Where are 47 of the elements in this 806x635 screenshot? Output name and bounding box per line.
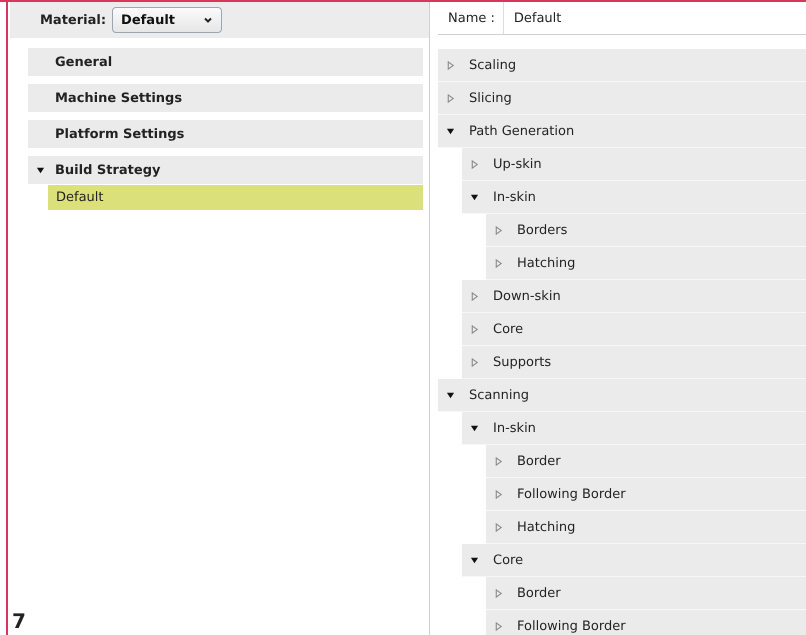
collapsed-triangle-icon (494, 490, 503, 498)
expanded-triangle-icon (470, 556, 479, 564)
collapsed-triangle-icon (494, 226, 503, 234)
tree-row[interactable]: Core (462, 544, 806, 577)
collapsed-triangle-icon (494, 258, 503, 268)
section-header[interactable]: Build Strategy (28, 156, 423, 184)
section-header[interactable]: General (28, 48, 423, 76)
collapsed-triangle-icon (446, 94, 455, 102)
section-header[interactable]: Platform Settings (28, 120, 423, 148)
tree-row[interactable]: Following Border (486, 478, 806, 511)
collapsed-triangle-icon (446, 60, 455, 70)
tree-row[interactable]: Scanning (438, 379, 806, 412)
tree-row[interactable]: Path Generation (438, 115, 806, 148)
expanded-triangle-icon (446, 390, 455, 400)
name-label: Name : (447, 10, 496, 26)
tree-row[interactable]: Scaling (438, 49, 806, 82)
tree-row[interactable]: Down-skin (462, 280, 806, 313)
collapsed-triangle-icon (470, 292, 479, 300)
collapsed-triangle-icon (494, 522, 503, 532)
collapsed-triangle-icon (470, 324, 479, 334)
collapsed-triangle-icon (494, 456, 503, 466)
tree-row[interactable]: Supports (462, 346, 806, 379)
tree-row[interactable]: In-skin (462, 412, 806, 445)
expanded-triangle-icon (470, 192, 479, 202)
collapsed-triangle-icon (494, 622, 503, 630)
tree-row[interactable]: Core (462, 313, 806, 346)
collapsed-triangle-icon (494, 588, 503, 598)
tree-row[interactable]: Border (486, 577, 806, 610)
material-label: Material: (40, 12, 106, 28)
collapsed-triangle-icon (470, 358, 479, 366)
collapsed-triangle-icon (470, 160, 479, 168)
expanded-triangle-icon (446, 126, 455, 136)
material-dropdown[interactable]: Default (112, 7, 222, 33)
expanded-triangle-icon (470, 424, 479, 432)
tree-row[interactable]: Up-skin (462, 148, 806, 181)
tree-row[interactable]: Hatching (486, 247, 806, 280)
figure-number: 7 (12, 609, 26, 633)
tree-row[interactable]: Hatching (486, 511, 806, 544)
expanded-triangle-icon (36, 166, 45, 174)
tree-row[interactable]: In-skin (462, 181, 806, 214)
tree-row[interactable]: Following Border (486, 610, 806, 635)
section-header[interactable]: Machine Settings (28, 84, 423, 112)
list-item[interactable]: Default (48, 185, 423, 210)
chevron-down-icon (203, 15, 214, 25)
tree-row[interactable]: Border (486, 445, 806, 478)
tree-row[interactable]: Borders (486, 214, 806, 247)
tree-row[interactable]: Slicing (438, 82, 806, 115)
